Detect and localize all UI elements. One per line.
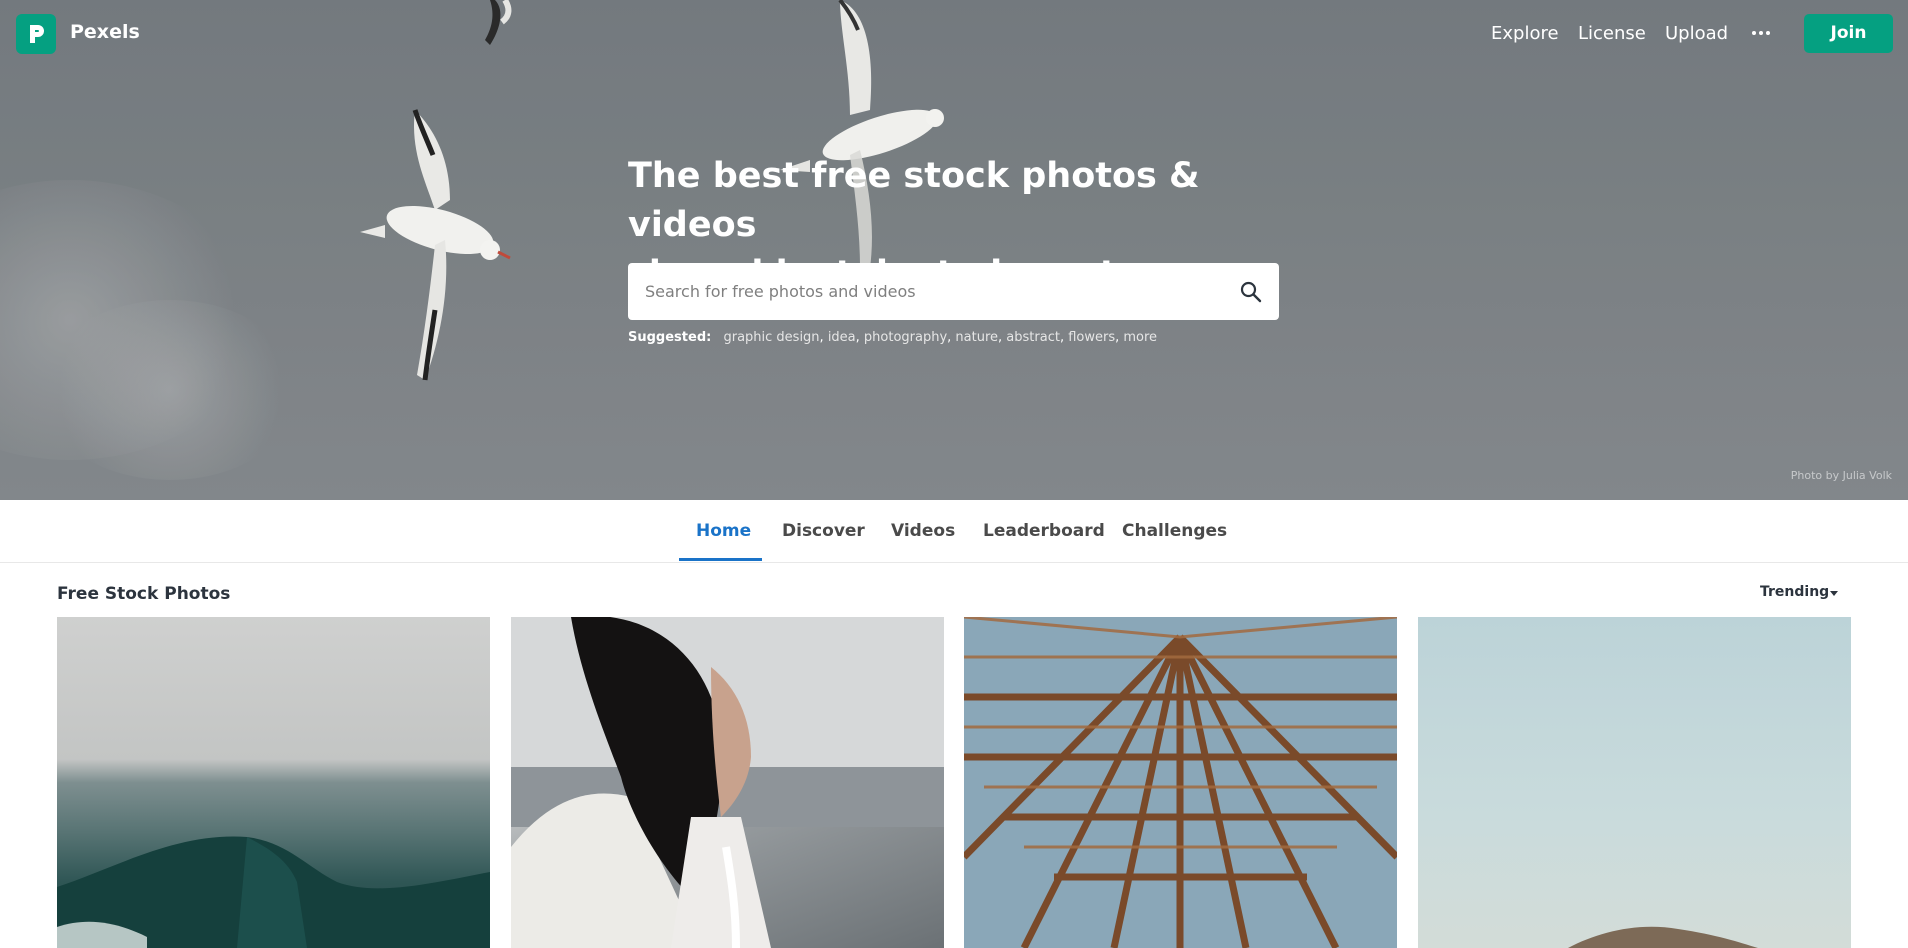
tab-challenges[interactable]: Challenges (1122, 521, 1227, 541)
suggested-label: Suggested: (628, 330, 712, 345)
suggested-tag[interactable]: idea (828, 330, 856, 345)
search-icon[interactable] (1240, 281, 1262, 303)
tab-videos[interactable]: Videos (891, 521, 955, 541)
nav-license[interactable]: License (1578, 23, 1646, 44)
more-dots-icon[interactable] (1750, 18, 1774, 48)
photo-credit[interactable]: Photo by Julia Volk (1791, 469, 1892, 482)
suggested-searches: Suggested: graphic design, idea, photogr… (628, 330, 1158, 345)
nav-upload[interactable]: Upload (1665, 23, 1728, 44)
active-tab-indicator (679, 558, 762, 561)
top-navbar: Pexels Explore License Upload Join (0, 0, 1908, 66)
search-box[interactable] (628, 263, 1279, 320)
photo-card[interactable] (1418, 617, 1851, 948)
suggested-tag[interactable]: graphic design (723, 330, 819, 345)
wooden-structure-photo (964, 617, 1397, 948)
seagull-image (360, 109, 511, 381)
pexels-logo-icon[interactable] (16, 14, 56, 54)
photo-card[interactable] (511, 617, 944, 948)
suggested-tag[interactable]: abstract (1006, 330, 1060, 345)
section-title: Free Stock Photos (57, 584, 231, 604)
tab-discover[interactable]: Discover (782, 521, 865, 541)
photo-card[interactable] (57, 617, 490, 948)
suggested-tag[interactable]: photography (864, 330, 947, 345)
nav-explore[interactable]: Explore (1491, 23, 1559, 44)
portrait-photo (511, 617, 944, 948)
ocean-wave-photo (57, 836, 490, 948)
suggested-tag[interactable]: nature (955, 330, 998, 345)
headline-line-1: The best free stock photos & videos (628, 156, 1200, 245)
search-input[interactable] (645, 263, 1225, 320)
brand-name[interactable]: Pexels (70, 21, 140, 43)
tab-leaderboard[interactable]: Leaderboard (983, 521, 1105, 541)
join-button[interactable]: Join (1804, 14, 1893, 53)
photo-card[interactable] (964, 617, 1397, 948)
sort-dropdown[interactable]: Trending (1760, 584, 1829, 600)
tab-home[interactable]: Home (696, 521, 751, 541)
suggested-tag[interactable]: flowers (1068, 330, 1115, 345)
suggested-more-link[interactable]: more (1123, 330, 1157, 345)
caret-down-icon[interactable] (1830, 591, 1838, 596)
landscape-photo (1568, 926, 1758, 948)
